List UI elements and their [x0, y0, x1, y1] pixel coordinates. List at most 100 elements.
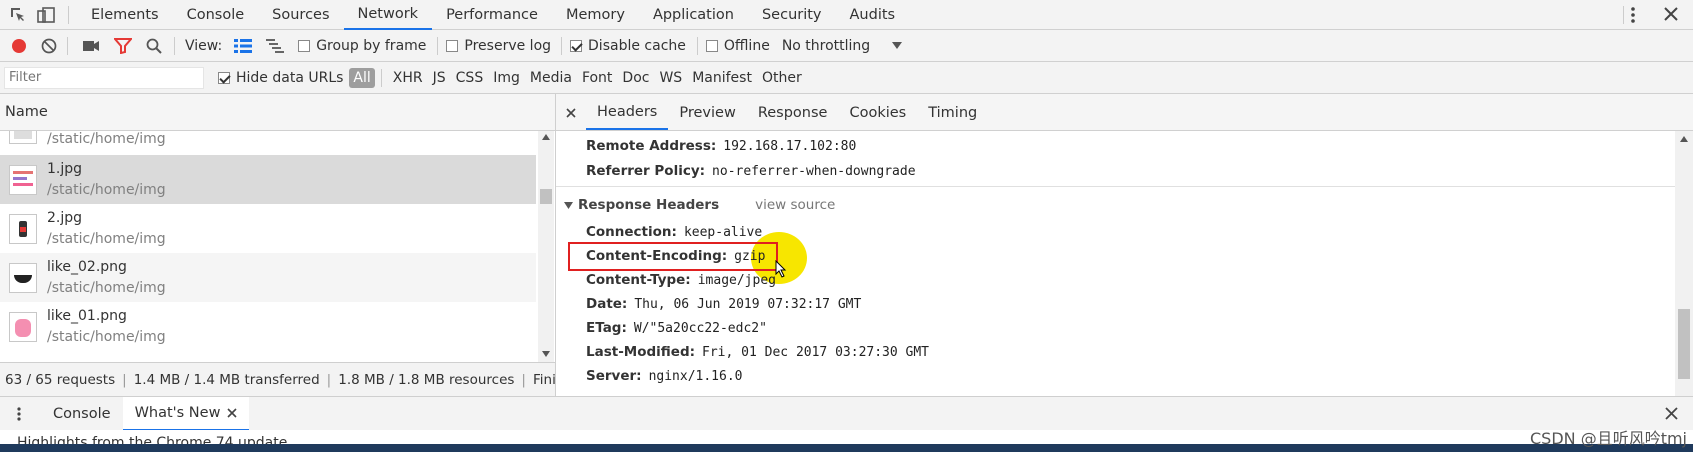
toolbar-divider	[68, 5, 69, 24]
response-headers-section-toggle[interactable]: Response Headers view source	[564, 193, 835, 217]
status-divider: |	[521, 371, 526, 388]
request-name: 2.jpg	[47, 209, 83, 226]
detail-scrollbar[interactable]	[1675, 131, 1693, 396]
close-devtools-icon[interactable]	[1664, 7, 1678, 21]
drawer-menu-icon[interactable]	[15, 406, 23, 421]
filter-type-manifest[interactable]: Manifest	[687, 70, 757, 86]
hide-data-urls-checkbox[interactable]	[218, 71, 230, 84]
filter-type-font[interactable]: Font	[577, 70, 617, 86]
offline-toggle[interactable]: Offline	[705, 38, 770, 54]
group-by-frame-toggle[interactable]: Group by frame	[298, 38, 426, 54]
close-drawer-icon[interactable]	[1665, 407, 1678, 420]
tab-label: Performance	[446, 6, 538, 23]
filter-type-xhr[interactable]: XHR	[388, 70, 428, 86]
header-value: no-referrer-when-downgrade	[712, 163, 916, 179]
preserve-log-toggle[interactable]: Preserve log	[446, 38, 551, 54]
request-row[interactable]: 2.jpg/static/home/img	[0, 204, 536, 253]
header-row: Content-Type: image/jpeg	[586, 268, 776, 292]
tab-elements[interactable]: Elements	[77, 0, 173, 30]
search-icon[interactable]	[146, 38, 162, 54]
filter-input[interactable]	[4, 66, 204, 89]
preserve-log-checkbox[interactable]	[446, 39, 459, 52]
request-list-scrollbar[interactable]	[538, 131, 554, 362]
scroll-up-icon[interactable]	[1680, 136, 1688, 142]
tab-label: Response	[757, 105, 828, 121]
device-toolbar-icon[interactable]	[36, 6, 56, 23]
status-divider: |	[326, 371, 332, 388]
record-icon[interactable]	[11, 38, 27, 54]
tab-label: Console	[53, 405, 111, 422]
hide-data-urls-toggle[interactable]: Hide data URLs	[218, 70, 343, 86]
filter-type-all[interactable]: All	[349, 67, 375, 88]
tab-label: Headers	[597, 104, 658, 120]
filter-type-ws[interactable]: WS	[654, 70, 687, 86]
filter-type-media[interactable]: Media	[525, 70, 577, 86]
tab-security[interactable]: Security	[748, 0, 836, 30]
request-detail-pane: Headers Preview Response Cookies Timing …	[556, 94, 1693, 396]
request-rows: /static/home/img 1.jpg/static/home/img 2…	[0, 131, 538, 362]
filter-type-img[interactable]: Img	[488, 70, 525, 86]
tab-console[interactable]: Console	[173, 0, 259, 30]
chevron-down-icon	[892, 41, 903, 50]
tab-response[interactable]: Response	[747, 96, 839, 130]
request-path: /static/home/img	[47, 279, 166, 296]
requests-count: 63 / 65 requests	[5, 371, 116, 388]
request-path: /static/home/img	[47, 181, 166, 198]
filter-type-css[interactable]: CSS	[451, 70, 489, 86]
tab-audits[interactable]: Audits	[836, 0, 910, 30]
filter-bar: Hide data URLs All XHR JS CSS Img Media …	[0, 62, 1693, 94]
filter-type-js[interactable]: JS	[428, 70, 451, 86]
view-source-link[interactable]: view source	[755, 197, 835, 213]
waterfall-overview-icon[interactable]	[266, 38, 285, 53]
more-options-icon[interactable]	[1630, 7, 1636, 23]
inspect-element-icon[interactable]	[8, 7, 28, 23]
disable-cache-checkbox[interactable]	[570, 39, 583, 52]
group-by-frame-checkbox[interactable]	[298, 39, 311, 52]
request-row-selected[interactable]: 1.jpg/static/home/img	[0, 155, 536, 204]
name-column-header[interactable]: Name	[0, 94, 555, 131]
tab-label: Memory	[565, 6, 625, 23]
close-detail-icon[interactable]	[556, 96, 586, 130]
toolbar-divider	[437, 36, 439, 55]
section-divider	[556, 186, 1675, 187]
tab-memory[interactable]: Memory	[552, 0, 639, 30]
request-row[interactable]: like_01.png/static/home/img	[0, 302, 536, 351]
tab-sources[interactable]: Sources	[258, 0, 343, 30]
finish-time: Finish...	[532, 371, 556, 388]
request-path: /static/home/img	[47, 230, 166, 247]
expand-triangle-icon	[564, 201, 573, 209]
throttling-select[interactable]: No throttling	[782, 38, 903, 54]
drawer-tab-whats-new[interactable]: What's New	[122, 396, 250, 431]
drawer-tab-console[interactable]: Console	[41, 397, 123, 431]
tab-performance[interactable]: Performance	[432, 0, 552, 30]
scroll-down-icon[interactable]	[542, 351, 550, 357]
screenshot-icon[interactable]	[82, 39, 100, 53]
scroll-up-icon[interactable]	[542, 134, 550, 140]
network-status-bar: 63 / 65 requests | 1.4 MB / 1.4 MB trans…	[0, 362, 556, 396]
clear-icon[interactable]	[41, 38, 57, 54]
filter-type-doc[interactable]: Doc	[617, 70, 654, 86]
tab-preview[interactable]: Preview	[668, 96, 746, 130]
tab-timing[interactable]: Timing	[917, 96, 988, 130]
filter-type-other[interactable]: Other	[757, 70, 807, 86]
tab-cookies[interactable]: Cookies	[838, 96, 917, 130]
scrollbar-thumb[interactable]	[540, 189, 552, 204]
large-rows-icon[interactable]	[234, 38, 253, 53]
request-name: 1.jpg	[47, 160, 83, 177]
tab-application[interactable]: Application	[639, 0, 748, 30]
close-tab-icon[interactable]	[227, 407, 238, 418]
tab-label: What's New	[134, 404, 221, 421]
offline-checkbox[interactable]	[705, 39, 718, 52]
tab-headers[interactable]: Headers	[586, 96, 669, 130]
header-row: Remote Address: 192.168.17.102:80	[586, 134, 856, 158]
scrollbar-thumb[interactable]	[1678, 309, 1690, 379]
header-row: ETag: W/"5a20cc22-edc2"	[586, 316, 767, 340]
filter-icon[interactable]	[114, 37, 132, 54]
group-by-frame-label: Group by frame	[316, 37, 427, 54]
hide-data-urls-label: Hide data URLs	[236, 69, 344, 86]
request-thumbnail	[9, 311, 37, 342]
tab-network[interactable]: Network	[343, 0, 433, 30]
request-row[interactable]: /static/home/img	[0, 131, 536, 153]
disable-cache-toggle[interactable]: Disable cache	[570, 38, 686, 54]
request-row[interactable]: like_02.png/static/home/img	[0, 253, 536, 302]
